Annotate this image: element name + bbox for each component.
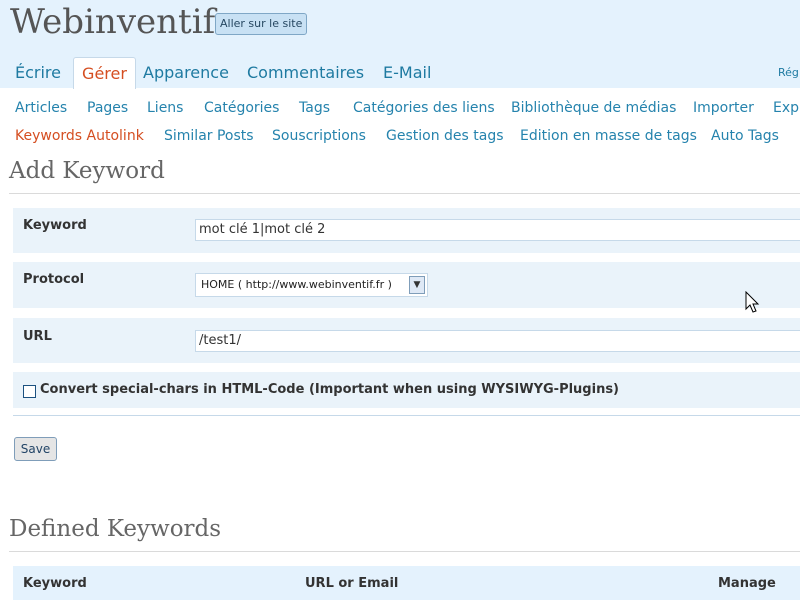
tab-email[interactable]: E-Mail xyxy=(383,57,431,88)
submenu-item-souscriptions[interactable]: Souscriptions xyxy=(272,126,366,146)
heading-divider xyxy=(9,193,800,194)
defined-keywords-heading: Defined Keywords xyxy=(9,516,222,542)
submenu-item-media-library[interactable]: Bibliothèque de médias xyxy=(511,98,676,118)
submenu-item-similar-posts[interactable]: Similar Posts xyxy=(164,126,254,146)
protocol-select[interactable]: HOME ( http://www.webinventif.fr ) ▼ xyxy=(195,273,428,297)
mouse-cursor-icon xyxy=(745,291,760,313)
tab-ecrire[interactable]: Écrire xyxy=(8,57,68,88)
tab-apparence[interactable]: Apparence xyxy=(143,57,229,88)
submenu-item-import[interactable]: Importer xyxy=(693,98,754,118)
add-keyword-heading: Add Keyword xyxy=(9,158,165,184)
visit-site-button[interactable]: Aller sur le site xyxy=(215,13,308,35)
protocol-selected-value: HOME ( http://www.webinventif.fr ) xyxy=(201,278,392,291)
column-url-or-email: URL or Email xyxy=(305,576,399,591)
keyword-row: Keyword mot clé 1|mot clé 2 xyxy=(13,208,800,253)
submenu-item-keywords-autolink[interactable]: Keywords Autolink xyxy=(15,126,144,146)
submenu-item-mass-edit-tags[interactable]: Edition en masse de tags xyxy=(520,126,697,146)
submenu-item-link-categories[interactable]: Catégories des liens xyxy=(353,98,495,118)
submenu-item-categories[interactable]: Catégories xyxy=(204,98,279,118)
admin-header: Webinventif Aller sur le site Écrire Gér… xyxy=(0,0,800,89)
url-label: URL xyxy=(23,329,52,344)
submenu-item-articles[interactable]: Articles xyxy=(15,98,67,118)
keyword-input[interactable]: mot clé 1|mot clé 2 xyxy=(195,219,800,241)
submenu-item-auto-tags[interactable]: Auto Tags xyxy=(711,126,779,146)
blog-title[interactable]: Webinventif xyxy=(10,0,215,44)
column-keyword: Keyword xyxy=(23,576,87,591)
tab-gerer[interactable]: Gérer xyxy=(73,57,136,89)
submenu-item-tag-management[interactable]: Gestion des tags xyxy=(386,126,504,146)
chevron-down-icon[interactable]: ▼ xyxy=(409,276,425,294)
convert-checkbox[interactable] xyxy=(23,385,36,398)
convert-row: Convert special-chars in HTML-Code (Impo… xyxy=(13,372,800,408)
submenu-item-export[interactable]: Exp xyxy=(773,98,799,118)
submenu-item-liens[interactable]: Liens xyxy=(147,98,183,118)
submenu-item-tags[interactable]: Tags xyxy=(299,98,330,118)
submenu-item-pages[interactable]: Pages xyxy=(87,98,128,118)
url-row: URL /test1/ xyxy=(13,318,800,363)
protocol-label: Protocol xyxy=(23,272,85,287)
keywords-table-header: Keyword URL or Email Manage xyxy=(13,566,800,600)
register-link[interactable]: Rég xyxy=(778,66,799,79)
protocol-row: Protocol HOME ( http://www.webinventif.f… xyxy=(13,262,800,308)
convert-label[interactable]: Convert special-chars in HTML-Code (Impo… xyxy=(40,381,619,399)
defined-heading-divider xyxy=(9,551,800,552)
url-input[interactable]: /test1/ xyxy=(195,330,800,352)
tab-commentaires[interactable]: Commentaires xyxy=(247,57,364,88)
form-divider xyxy=(13,415,800,416)
save-button[interactable]: Save xyxy=(14,437,57,461)
keyword-label: Keyword xyxy=(23,218,87,233)
column-manage: Manage xyxy=(718,576,776,591)
